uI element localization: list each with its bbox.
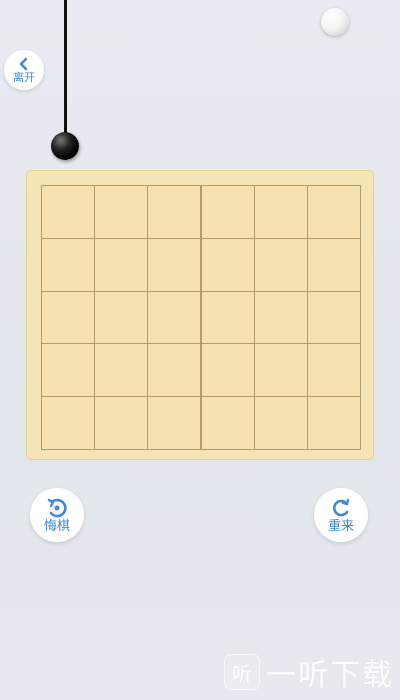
board-cell[interactable] xyxy=(306,396,361,450)
back-button[interactable]: 离开 xyxy=(4,50,44,90)
refresh-icon xyxy=(333,498,350,516)
watermark-text: 一听下载 xyxy=(266,658,394,693)
board-cell[interactable] xyxy=(306,290,361,345)
watermark: 听 一听下载 xyxy=(224,650,394,694)
board-cell[interactable] xyxy=(306,185,361,239)
board-cell[interactable] xyxy=(200,185,255,239)
board-cell[interactable] xyxy=(200,396,255,450)
board-cell[interactable] xyxy=(253,396,308,450)
board-cell[interactable] xyxy=(306,343,361,398)
board-cell[interactable] xyxy=(253,290,308,345)
board-cell[interactable] xyxy=(94,396,149,450)
board-cell[interactable] xyxy=(147,237,202,292)
board-cell[interactable] xyxy=(147,343,202,398)
game-screen: 离开 悔棋 重来 听 一听下载 xyxy=(0,0,400,700)
black-stone-piece[interactable] xyxy=(51,132,79,160)
back-button-label: 离开 xyxy=(13,70,35,84)
board-cell[interactable] xyxy=(147,396,202,450)
board-cell[interactable] xyxy=(253,343,308,398)
board-cell[interactable] xyxy=(41,396,96,450)
white-stone-piece[interactable] xyxy=(321,8,349,36)
board-cell[interactable] xyxy=(306,237,361,292)
board-cell[interactable] xyxy=(41,343,96,398)
board-cell[interactable] xyxy=(253,185,308,239)
board-cell[interactable] xyxy=(147,290,202,345)
board-cell[interactable] xyxy=(94,343,149,398)
undo-button[interactable]: 悔棋 xyxy=(30,488,84,542)
board-cell[interactable] xyxy=(94,290,149,345)
board-cell[interactable] xyxy=(200,343,255,398)
board-cell[interactable] xyxy=(41,290,96,345)
board-cell[interactable] xyxy=(94,185,149,239)
board-grid xyxy=(41,185,361,450)
watermark-logo: 听 xyxy=(224,654,260,690)
game-board xyxy=(26,170,374,460)
board-cell[interactable] xyxy=(94,237,149,292)
undo-button-label: 悔棋 xyxy=(43,518,70,534)
undo-icon xyxy=(47,498,67,517)
restart-button[interactable]: 重来 xyxy=(314,488,368,542)
board-cell[interactable] xyxy=(147,185,202,239)
board-cell[interactable] xyxy=(41,237,96,292)
chevron-left-icon xyxy=(19,57,28,70)
hanging-string xyxy=(64,0,67,136)
restart-button-label: 重来 xyxy=(327,518,354,534)
board-cell[interactable] xyxy=(200,237,255,292)
board-cell[interactable] xyxy=(41,185,96,239)
board-cell[interactable] xyxy=(200,290,255,345)
board-cell[interactable] xyxy=(253,237,308,292)
